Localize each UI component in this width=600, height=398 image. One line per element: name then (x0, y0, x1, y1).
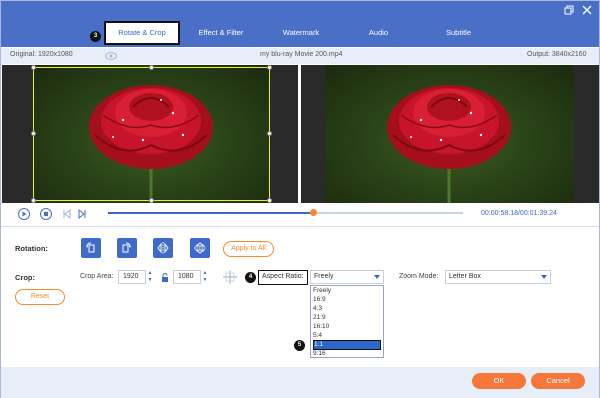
play-button[interactable] (18, 208, 30, 220)
aspect-option-16-10[interactable]: 16:10 (313, 323, 381, 331)
crop-area-label: Crop Area: (80, 273, 114, 280)
rose-image-output (387, 85, 511, 203)
chevron-down-icon (541, 275, 547, 279)
rotate-left-icon (86, 242, 95, 253)
lock-icon[interactable] (161, 273, 169, 284)
crop-handle-tm[interactable] (149, 65, 154, 70)
flip-horizontal-button[interactable] (153, 238, 173, 258)
aspect-option-4-3[interactable]: 4:3 (313, 305, 381, 313)
crop-label: Crop: (15, 273, 35, 282)
original-resolution: Original: 1920x1080 (10, 51, 73, 58)
close-icon[interactable] (581, 5, 593, 17)
step-badge-5: 5 (294, 340, 305, 351)
aspect-option-freely[interactable]: Freely (313, 287, 381, 295)
aspect-ratio-value: Freely (314, 273, 334, 280)
aspect-ratio-label: Aspect Ratio: (258, 270, 308, 285)
output-video-frame (325, 65, 574, 203)
progress-bar[interactable] (108, 209, 463, 216)
aspect-option-9-16[interactable]: 9:16 (313, 350, 381, 358)
aspect-option-1-1[interactable]: 1:1 (313, 340, 381, 350)
crop-width-stepper[interactable]: ▲ ▼ (147, 270, 153, 284)
crop-handle-mr[interactable] (267, 131, 272, 136)
ok-button[interactable]: OK (472, 373, 526, 389)
tab-audio[interactable]: Audio (346, 21, 411, 45)
cancel-button[interactable]: Cancel (531, 373, 585, 389)
restore-icon[interactable] (563, 5, 575, 17)
flip-horizontal-icon (157, 242, 169, 254)
crop-handle-bm[interactable] (149, 198, 154, 203)
previous-frame-icon[interactable] (62, 208, 72, 221)
flip-vertical-button[interactable] (190, 238, 210, 258)
reset-button[interactable]: Reset (15, 289, 65, 305)
tab-effect-filter[interactable]: Effect & Filter (186, 21, 256, 45)
rotate-left-button[interactable] (81, 238, 101, 258)
rotation-label: Rotation: (15, 244, 48, 253)
info-bar: Original: 1920x1080 my blu-ray Movie 200… (1, 48, 599, 64)
progress-fill (108, 212, 314, 214)
next-frame-icon[interactable] (77, 208, 87, 221)
zoom-mode-value: Letter Box (449, 273, 481, 280)
crop-handle-tl[interactable] (31, 65, 36, 70)
divider (1, 226, 599, 227)
timecode: 00:00:58.18/00:01:39.24 (481, 210, 557, 217)
zoom-mode-label: Zoom Mode: (399, 273, 439, 280)
aspect-ratio-dropdown: Freely 16:9 4:3 21:9 16:10 5:4 1:1 9:16 (310, 285, 384, 358)
flip-vertical-icon (194, 242, 206, 254)
aspect-ratio-select[interactable]: Freely (310, 270, 384, 284)
crop-handle-tr[interactable] (267, 65, 272, 70)
crop-handle-br[interactable] (267, 198, 272, 203)
tab-watermark[interactable]: Watermark (266, 21, 336, 45)
crop-height-input[interactable]: 1080 (173, 270, 201, 284)
crop-handle-ml[interactable] (31, 131, 36, 136)
aspect-option-21-9[interactable]: 21:9 (313, 314, 381, 322)
output-resolution: Output: 3840x2160 (527, 51, 587, 58)
apply-to-all-button[interactable]: Apply to All (223, 241, 274, 257)
center-crop-icon[interactable] (222, 269, 238, 287)
stop-button[interactable] (40, 208, 52, 220)
video-editor-window: Rotate & Crop Effect & Filter Watermark … (0, 0, 600, 398)
tab-subtitle[interactable]: Subtitle (421, 21, 496, 45)
crop-frame[interactable] (33, 67, 270, 201)
eye-icon[interactable] (105, 52, 117, 62)
rotate-right-icon (122, 242, 131, 253)
output-preview (301, 65, 599, 203)
crop-handle-bl[interactable] (31, 198, 36, 203)
step-badge-3: 3 (90, 31, 101, 42)
crop-width-input[interactable]: 1920 (118, 270, 146, 284)
original-preview (2, 65, 298, 203)
aspect-option-16-9[interactable]: 16:9 (313, 296, 381, 304)
tab-rotate-crop[interactable]: Rotate & Crop (104, 21, 180, 45)
rotate-right-button[interactable] (117, 238, 137, 258)
aspect-option-5-4[interactable]: 5:4 (313, 332, 381, 340)
zoom-mode-select[interactable]: Letter Box (445, 270, 551, 284)
chevron-down-icon (374, 275, 380, 279)
file-name: my blu-ray Movie 200.mp4 (260, 51, 343, 58)
step-badge-4: 4 (245, 272, 256, 283)
crop-height-stepper[interactable]: ▲ ▼ (202, 270, 208, 284)
